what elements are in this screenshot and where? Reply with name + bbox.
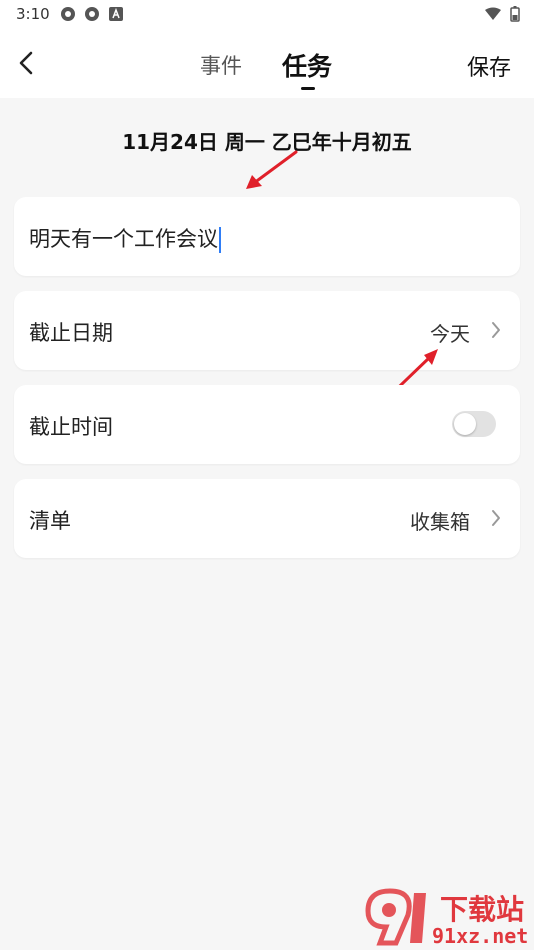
text-cursor bbox=[219, 227, 221, 253]
chevron-right-icon bbox=[492, 322, 500, 338]
save-button[interactable]: 保存 bbox=[467, 50, 511, 82]
notification-a-icon bbox=[109, 7, 123, 21]
notification-app-icon bbox=[85, 7, 99, 21]
deadline-date-label: 截止日期 bbox=[29, 321, 113, 345]
task-title-input[interactable]: 明天有一个工作会议 bbox=[29, 223, 221, 253]
status-notification-icons bbox=[60, 6, 124, 22]
tab-task[interactable]: 任务 bbox=[282, 47, 332, 83]
watermark-url: 91xz.net bbox=[432, 924, 529, 948]
top-bar: 事件 任务 保存 bbox=[0, 28, 534, 98]
notification-app-icon bbox=[61, 7, 75, 21]
deadline-date-row[interactable]: 截止日期 今天 bbox=[14, 291, 520, 370]
wifi-icon bbox=[485, 7, 501, 20]
toggle-knob bbox=[454, 413, 476, 435]
list-row[interactable]: 清单 收集箱 bbox=[14, 479, 520, 558]
chevron-right-icon bbox=[492, 510, 500, 526]
back-arrow-icon[interactable] bbox=[14, 48, 42, 78]
task-title-card[interactable]: 明天有一个工作会议 bbox=[14, 197, 520, 276]
deadline-date-value: 今天 bbox=[430, 322, 470, 346]
status-system-icons bbox=[484, 6, 520, 22]
status-time: 3:10 bbox=[16, 5, 50, 23]
list-value: 收集箱 bbox=[410, 510, 470, 534]
active-tab-indicator bbox=[301, 87, 315, 90]
list-label: 清单 bbox=[29, 509, 71, 533]
watermark-title: 下载站 bbox=[440, 893, 525, 926]
annotation-arrow-icon bbox=[246, 150, 298, 189]
deadline-time-toggle[interactable] bbox=[452, 411, 496, 437]
status-bar: 3:10 bbox=[0, 0, 534, 28]
tab-event[interactable]: 事件 bbox=[200, 50, 242, 80]
deadline-time-label: 截止时间 bbox=[29, 415, 113, 439]
deadline-time-row: 截止时间 bbox=[14, 385, 520, 464]
battery-icon bbox=[510, 6, 520, 22]
task-title-value: 明天有一个工作会议 bbox=[29, 227, 218, 251]
